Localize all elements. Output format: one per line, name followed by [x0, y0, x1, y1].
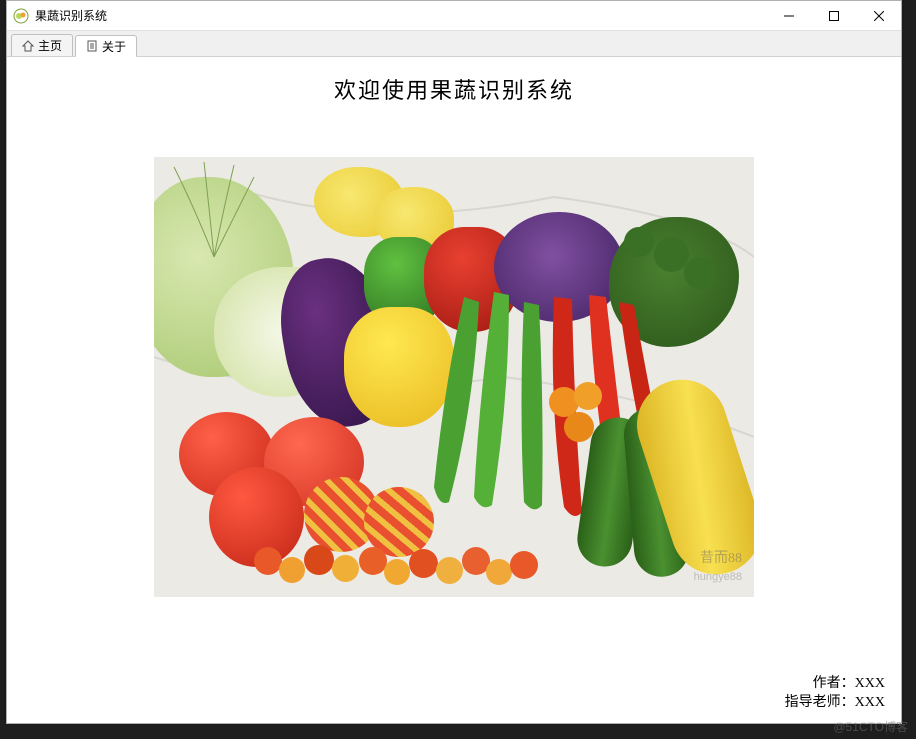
close-button[interactable] — [856, 1, 901, 30]
tab-about[interactable]: 关于 — [75, 35, 137, 57]
author-value: XXX — [855, 676, 885, 691]
document-icon — [86, 40, 98, 52]
advisor-value: XXX — [855, 695, 885, 710]
author-line: 作者：XXX — [785, 674, 885, 694]
window-controls — [766, 1, 901, 30]
window-title: 果蔬识别系统 — [35, 7, 766, 24]
author-label: 作者： — [813, 676, 855, 691]
content-area: 欢迎使用果蔬识别系统 — [7, 57, 901, 723]
image-watermark-sub: hungye88 — [694, 571, 742, 583]
minimize-button[interactable] — [766, 1, 811, 30]
home-icon — [22, 40, 34, 52]
welcome-title: 欢迎使用果蔬识别系统 — [7, 73, 901, 105]
maximize-button[interactable] — [811, 1, 856, 30]
titlebar: 果蔬识别系统 — [7, 1, 901, 31]
page-watermark: @51CTO博客 — [833, 718, 908, 735]
tab-home[interactable]: 主页 — [11, 34, 73, 56]
image-container: 昔而88 hungye88 — [7, 157, 901, 597]
tab-bar: 主页 关于 — [7, 31, 901, 57]
app-icon — [13, 8, 29, 24]
image-watermark-main: 昔而88 — [700, 547, 742, 567]
advisor-label: 指导老师： — [785, 695, 855, 710]
vegetables-image: 昔而88 hungye88 — [154, 157, 754, 597]
tab-label: 关于 — [102, 38, 126, 55]
credits: 作者：XXX 指导老师：XXX — [785, 674, 885, 713]
tab-label: 主页 — [38, 37, 62, 54]
advisor-line: 指导老师：XXX — [785, 693, 885, 713]
app-window: 果蔬识别系统 主页 关于 欢迎使用果蔬识别系统 — [6, 0, 902, 724]
